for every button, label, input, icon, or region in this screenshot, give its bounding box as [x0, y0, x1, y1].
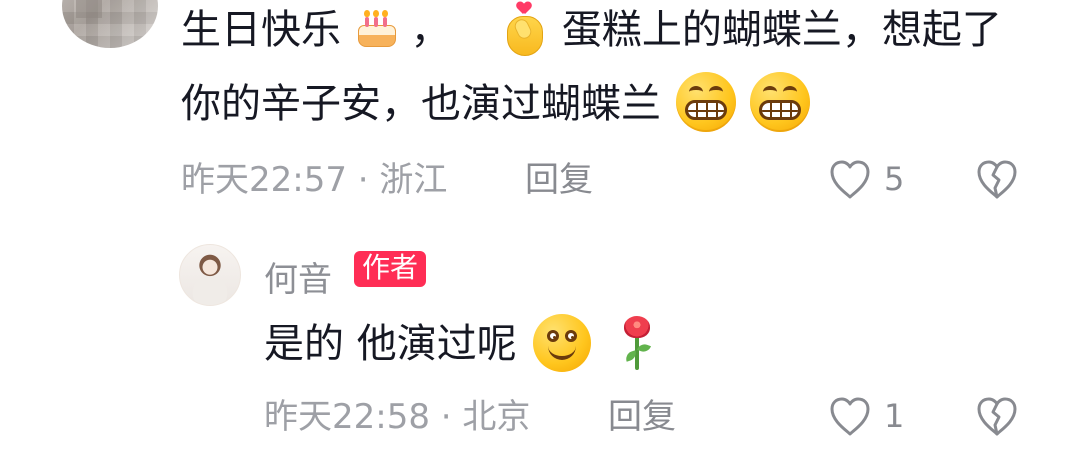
commenter-avatar[interactable]	[62, 0, 158, 48]
comment-like-group[interactable]: 5	[826, 157, 904, 201]
reply-like-group[interactable]: 1	[826, 394, 904, 438]
comment-line-1: 生日快乐 ， 蛋糕上的蝴蝶兰，想起了	[181, 0, 1002, 67]
comment-line-2: 你的辛子安，也演过蝴蝶兰	[181, 67, 811, 141]
reply-to-reply-button[interactable]: 回复	[608, 400, 676, 434]
reply-text-segment: 是的 他演过呢	[264, 321, 517, 367]
reply-author-name[interactable]: 何音	[264, 252, 332, 301]
grin-face-icon	[675, 72, 736, 132]
broken-heart-icon[interactable]	[973, 157, 1021, 201]
finger-heart-icon	[503, 2, 545, 56]
smiling-face-icon	[533, 314, 592, 372]
reply-meta: 昨天22:58 · 北京	[264, 400, 530, 434]
comment-meta: 昨天22:57 · 浙江	[181, 163, 447, 197]
comment-location: 浙江	[379, 160, 448, 200]
reply-button[interactable]: 回复	[525, 163, 593, 197]
broken-heart-icon[interactable]	[973, 394, 1021, 438]
heart-icon[interactable]	[826, 394, 874, 438]
rose-icon	[620, 316, 654, 372]
heart-icon[interactable]	[826, 157, 874, 201]
author-badge: 作者	[354, 251, 427, 287]
comment-like-count: 5	[884, 160, 905, 198]
grin-face-icon	[750, 72, 811, 132]
reply-meta-separator: ·	[440, 397, 452, 437]
cake-icon	[356, 7, 396, 49]
comment-text-segment-3: 你的辛子安，也演过蝴蝶兰	[181, 81, 661, 127]
comment-text-segment-2: 蛋糕上的蝴蝶兰，想起了	[561, 7, 1002, 53]
comment-text-segment-1: 生日快乐	[181, 7, 341, 53]
reply-location: 北京	[462, 397, 531, 437]
reply-text: 是的 他演过呢	[264, 312, 654, 376]
comment-text-comma: ，	[410, 7, 451, 53]
comment-time: 昨天22:57	[181, 160, 347, 200]
reply-like-count: 1	[884, 397, 905, 435]
reply-author-avatar[interactable]	[179, 244, 241, 306]
reply-time: 昨天22:58	[264, 397, 430, 437]
comment-meta-separator: ·	[357, 160, 369, 200]
